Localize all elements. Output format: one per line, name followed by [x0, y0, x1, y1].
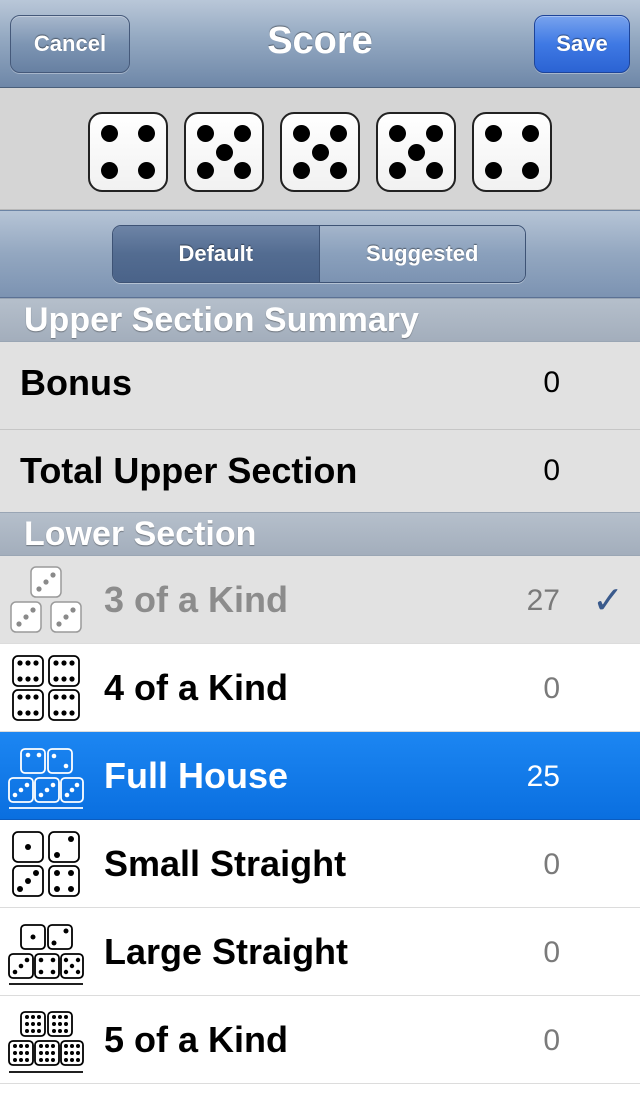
lower-section-header: Lower Section — [0, 512, 640, 556]
segment-suggested[interactable]: Suggested — [319, 226, 525, 282]
row-value: 27 — [526, 584, 560, 617]
die-5 — [472, 112, 552, 192]
row-value: 0 — [543, 672, 560, 705]
row-label: Full House — [104, 755, 289, 796]
full-house-icon — [8, 748, 84, 809]
navigation-bar: Cancel Score Save — [0, 0, 640, 88]
segmented-control: Default Suggested — [112, 225, 526, 283]
bonus-label: Bonus — [20, 362, 132, 403]
die-4 — [376, 112, 456, 192]
row-value: 0 — [543, 1024, 560, 1057]
total-upper-value: 0 — [543, 454, 560, 487]
upper-section-header: Upper Section Summary — [0, 298, 640, 342]
row-three-of-a-kind[interactable]: 3 of a Kind 27 ✓ — [0, 556, 640, 644]
row-value: 0 — [543, 936, 560, 969]
row-value: 0 — [543, 848, 560, 881]
dice-strip — [0, 88, 640, 210]
row-small-straight[interactable]: Small Straight 0 — [0, 820, 640, 908]
row-five-of-a-kind[interactable]: 5 of a Kind 0 — [0, 996, 640, 1084]
die-2 — [184, 112, 264, 192]
row-label: 3 of a Kind — [104, 579, 289, 620]
five-of-a-kind-icon — [8, 1011, 84, 1073]
row-full-house[interactable]: Full House 25 — [0, 732, 640, 820]
row-four-of-a-kind[interactable]: 4 of a Kind 0 — [0, 644, 640, 732]
bonus-row: Bonus 0 — [0, 342, 640, 430]
row-value: 25 — [526, 760, 560, 793]
checkmark-icon: ✓ — [592, 580, 624, 622]
small-straight-icon — [12, 831, 80, 897]
row-label: Large Straight — [104, 931, 349, 972]
segment-bar: Default Suggested — [0, 210, 640, 298]
row-label: Small Straight — [104, 843, 347, 884]
four-of-a-kind-icon — [12, 655, 80, 721]
bonus-value: 0 — [543, 366, 560, 399]
row-large-straight[interactable]: Large Straight 0 — [0, 908, 640, 996]
segment-default[interactable]: Default — [113, 226, 320, 282]
die-3 — [280, 112, 360, 192]
save-button[interactable]: Save — [534, 15, 630, 73]
total-upper-label: Total Upper Section — [20, 450, 358, 491]
row-label: 4 of a Kind — [104, 667, 289, 708]
total-upper-row: Total Upper Section 0 — [0, 430, 640, 518]
die-1 — [88, 112, 168, 192]
large-straight-icon — [8, 924, 84, 985]
three-of-a-kind-icon — [10, 566, 82, 633]
row-label: 5 of a Kind — [104, 1019, 289, 1060]
